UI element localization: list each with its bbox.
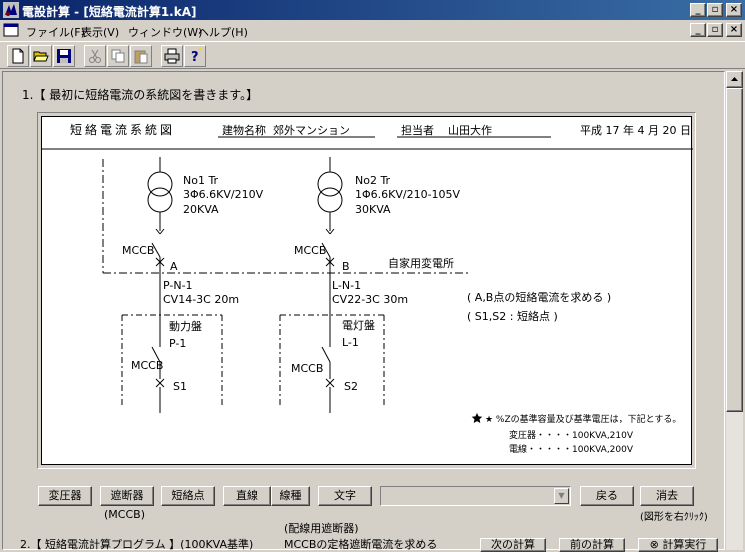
print-icon [164, 48, 180, 64]
s1-label: S1 [173, 380, 187, 393]
mccb-s2-label: MCCB [291, 362, 324, 375]
window-title: 電設計算 - [短絡電流計算1.kA] [22, 5, 197, 19]
tr2-capacity: 30KVA [355, 203, 391, 216]
note-short-points: ( S1,S2 : 短絡点 ) [467, 310, 558, 323]
menu-window[interactable]: ウィンドウ(W) [128, 24, 202, 40]
cable2-spec: CV22-3C 30m [332, 293, 409, 306]
paste-icon [134, 50, 148, 64]
menu-file[interactable]: ファイル(F) [26, 24, 85, 40]
substation-label: 自家用変電所 [388, 257, 454, 270]
paste-button[interactable] [130, 45, 152, 67]
copy-button[interactable] [107, 45, 129, 67]
tr2-spec: 1Φ6.6KV/210-105V [355, 188, 461, 201]
transformer-2-symbol [317, 157, 343, 235]
app-icon [3, 2, 19, 18]
building-label: 建物名称 [222, 124, 266, 137]
cable1-name: P-N-1 [163, 279, 193, 292]
text-button[interactable]: 文字 [318, 486, 372, 506]
panel2-id: L-1 [342, 336, 359, 349]
substation-boundary [102, 159, 470, 274]
child-restore-button[interactable]: ▫ [707, 23, 723, 37]
panel2-name: 電灯盤 [342, 319, 375, 332]
new-file-icon [12, 48, 24, 64]
new-file-button[interactable] [7, 45, 29, 67]
s2-label: S2 [344, 380, 358, 393]
minimize-button[interactable]: _ [690, 3, 706, 17]
transformer-1-symbol [147, 157, 173, 235]
breaker-type-label: (配線用遮断器) [284, 522, 359, 535]
vertical-scrollbar[interactable] [726, 71, 743, 550]
menu-bar: ファイル(F) 表示(V) ウィンドウ(W) ヘルプ(H) _ ▫ × [0, 20, 745, 40]
help-icon: ? [191, 48, 202, 64]
basis-note: ★ %Zの基準容量及び基準電圧は，下記とする。 [485, 415, 682, 425]
svg-text:?: ? [191, 50, 199, 64]
short-point-button[interactable]: 短絡点 [161, 486, 215, 506]
note-points: ( A,B点の短絡電流を求める ) [467, 291, 612, 304]
star-icon [471, 413, 483, 423]
building-name: 郊外マンション [273, 124, 350, 137]
tr1-capacity: 20KVA [183, 203, 219, 216]
breaker-sub-label: (MCCB) [104, 508, 145, 521]
point-a-label: A [170, 260, 178, 273]
copy-icon [111, 49, 125, 63]
menu-view[interactable]: 表示(V) [81, 24, 119, 40]
title-bar: 電設計算 - [短絡電流計算1.kA] _ ▫ × [0, 0, 745, 20]
tr1-spec: 3Φ6.6KV/210V [183, 188, 264, 201]
person-name: 山田大作 [448, 124, 492, 137]
open-folder-icon [33, 51, 49, 62]
open-button[interactable] [30, 45, 52, 67]
diagram-date: 平成 17 年 4 月 20 日 [580, 124, 691, 137]
tr1-name: No1 Tr [183, 174, 219, 187]
chevron-down-icon[interactable]: ▼ [554, 488, 569, 504]
right-click-hint: (図形を右ｸﾘｯｸ) [640, 512, 708, 523]
child-close-button[interactable]: × [726, 23, 742, 37]
mccb-1-label: MCCB [122, 244, 155, 257]
line-type-button[interactable]: 線種 [271, 486, 310, 506]
tr2-name: No2 Tr [355, 174, 391, 187]
close-button[interactable]: × [726, 3, 742, 17]
transformer-button[interactable]: 変圧器 [38, 486, 92, 506]
mccb-s1-symbol [151, 343, 165, 413]
cable1-spec: CV14-3C 20m [163, 293, 240, 306]
print-button[interactable] [161, 45, 183, 67]
cut-button[interactable] [84, 45, 106, 67]
panel1-name: 動力盤 [169, 320, 202, 333]
erase-button[interactable]: 消去 [640, 486, 694, 506]
cable2-name: L-N-1 [332, 279, 362, 292]
section1-title: 1.【 最初に短絡電流の系統図を書きます。】 [22, 88, 259, 102]
document-icon[interactable] [3, 22, 19, 38]
save-button[interactable] [53, 45, 75, 67]
cut-icon [89, 49, 101, 63]
diagram-title: 短絡電流系統図 [70, 123, 176, 137]
scroll-up-button[interactable] [726, 71, 743, 88]
save-disk-icon [57, 49, 71, 63]
help-button[interactable]: ? [184, 45, 206, 67]
mccb-s1-label: MCCB [131, 359, 164, 372]
child-minimize-button[interactable]: _ [690, 23, 706, 37]
breaker-button[interactable]: 遮断器 [100, 486, 154, 506]
diagram-canvas[interactable]: 短絡電流系統図 建物名称 郊外マンション 担当者 山田大作 平成 17 年 4 … [41, 116, 693, 465]
maximize-button[interactable]: ▫ [707, 3, 723, 17]
scroll-thumb[interactable] [726, 88, 743, 412]
point-b-label: B [342, 260, 350, 273]
mccb-s2-symbol [321, 343, 335, 413]
line-button[interactable]: 直線 [223, 486, 271, 506]
back-button[interactable]: 戻る [580, 486, 634, 506]
shape-select[interactable]: ▼ [380, 486, 571, 506]
panel1-id: P-1 [169, 337, 187, 350]
person-label: 担当者 [401, 124, 434, 137]
mccb-2-label: MCCB [294, 244, 327, 257]
basis-transformer: 変圧器・・・・100KVA,210V [509, 431, 634, 441]
menu-help[interactable]: ヘルプ(H) [198, 24, 248, 40]
toolbar: ? [0, 41, 745, 69]
arrow-up-icon [731, 77, 738, 81]
basis-wire: 電線・・・・・100KVA,200V [509, 445, 634, 455]
